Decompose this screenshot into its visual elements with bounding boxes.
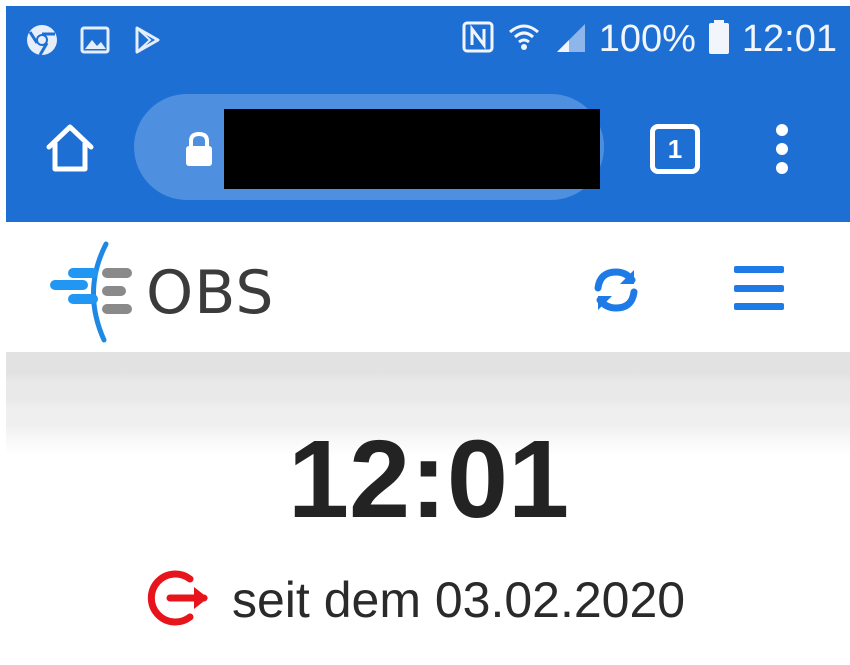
nfc-icon — [461, 20, 495, 59]
refresh-button[interactable] — [588, 262, 644, 318]
menu-dot — [776, 143, 788, 155]
menu-dot — [776, 124, 788, 136]
battery-icon — [708, 19, 730, 60]
status-clock: 12:01 — [741, 17, 837, 60]
app-header: OBS — [6, 222, 850, 352]
wifi-icon — [507, 20, 541, 59]
play-store-icon — [132, 25, 162, 60]
image-icon — [80, 25, 110, 60]
url-redacted — [224, 109, 600, 189]
status-since-row: seit dem 03.02.2020 — [146, 570, 685, 630]
status-bar: 100% 12:01 — [6, 6, 850, 74]
screen: 100% 12:01 1 OBS 12:01 seit dem 03.02.20… — [6, 6, 850, 665]
hamburger-line — [734, 284, 784, 292]
signal-icon — [553, 20, 587, 59]
since-text: seit dem 03.02.2020 — [232, 572, 686, 628]
menu-dot — [776, 162, 788, 174]
status-bar-right: 100% 12:01 — [461, 14, 837, 64]
hamburger-line — [734, 303, 784, 310]
home-button[interactable] — [42, 124, 98, 176]
logo-text: OBS — [146, 258, 275, 328]
status-bar-left — [26, 24, 162, 61]
chrome-icon — [26, 24, 58, 61]
logout-icon — [146, 567, 214, 634]
refresh-icon — [588, 268, 644, 322]
lock-icon — [180, 130, 218, 168]
battery-percentage: 100% — [598, 17, 696, 60]
hamburger-menu-button[interactable] — [734, 266, 784, 310]
home-icon — [44, 123, 96, 178]
tab-switcher-button[interactable]: 1 — [650, 124, 700, 174]
obs-logo-mark — [50, 241, 132, 343]
browser-toolbar: 1 — [6, 74, 850, 222]
current-time: 12:01 — [287, 418, 570, 541]
browser-menu-button[interactable] — [772, 124, 792, 174]
obs-logo[interactable]: OBS — [46, 236, 296, 346]
hamburger-line — [734, 266, 784, 273]
address-bar[interactable] — [134, 94, 604, 200]
